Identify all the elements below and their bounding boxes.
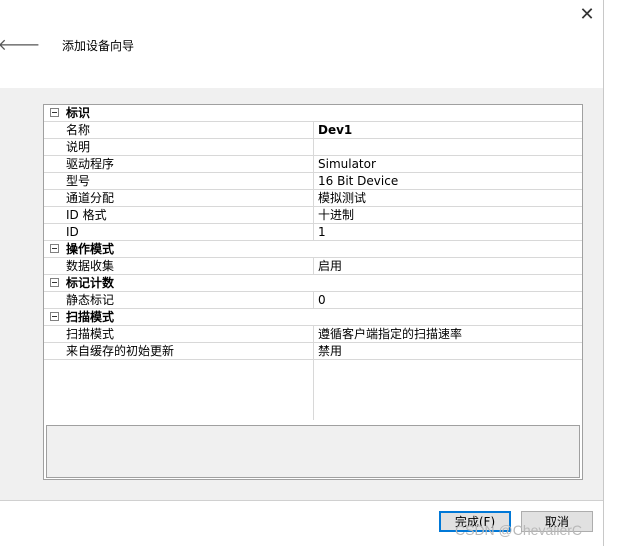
- property-row-model[interactable]: 型号 16 Bit Device: [44, 173, 582, 190]
- property-row-id[interactable]: ID 1: [44, 224, 582, 241]
- property-value[interactable]: 遵循客户端指定的扫描速率: [314, 326, 582, 342]
- property-name: 名称: [44, 122, 314, 138]
- category-tag-count[interactable]: 标记计数: [44, 275, 582, 292]
- category-label: 操作模式: [66, 242, 115, 256]
- collapse-icon[interactable]: [50, 244, 59, 253]
- close-icon[interactable]: ✕: [572, 2, 602, 26]
- description-panel: [46, 425, 580, 478]
- add-device-wizard-window: ✕ 🡐 添加设备向导 标识 名称 Dev1 说明 驱动程序 Simulator …: [0, 0, 604, 546]
- category-operating-mode[interactable]: 操作模式: [44, 241, 582, 258]
- watermark: CSDN @ChevalierC: [455, 522, 583, 538]
- wizard-content: 标识 名称 Dev1 说明 驱动程序 Simulator 型号 16 Bit D…: [0, 88, 603, 500]
- property-row-channel-assignment[interactable]: 通道分配 模拟测试: [44, 190, 582, 207]
- property-name: ID: [44, 224, 314, 240]
- property-name: 说明: [44, 139, 314, 155]
- property-name: 型号: [44, 173, 314, 189]
- collapse-icon[interactable]: [50, 312, 59, 321]
- property-name: ID 格式: [44, 207, 314, 223]
- property-name: 静态标记: [44, 292, 314, 308]
- property-value[interactable]: 0: [314, 292, 582, 308]
- category-label: 标记计数: [66, 276, 115, 290]
- property-value[interactable]: 模拟测试: [314, 190, 582, 206]
- property-name: 扫描模式: [44, 326, 314, 342]
- property-row-id-format[interactable]: ID 格式 十进制: [44, 207, 582, 224]
- property-name: 通道分配: [44, 190, 314, 206]
- property-value[interactable]: 启用: [314, 258, 582, 274]
- category-scan-mode[interactable]: 扫描模式: [44, 309, 582, 326]
- property-value[interactable]: 禁用: [314, 343, 582, 359]
- property-row-static-tags[interactable]: 静态标记 0: [44, 292, 582, 309]
- property-value[interactable]: Dev1: [314, 122, 582, 138]
- collapse-icon[interactable]: [50, 108, 59, 117]
- property-row-data-collection[interactable]: 数据收集 启用: [44, 258, 582, 275]
- property-value[interactable]: 1: [314, 224, 582, 240]
- property-name: 数据收集: [44, 258, 314, 274]
- property-value[interactable]: 16 Bit Device: [314, 173, 582, 189]
- grid-empty-area: [44, 360, 582, 420]
- category-identification[interactable]: 标识: [44, 105, 582, 122]
- property-name: 来自缓存的初始更新: [44, 343, 314, 359]
- property-name: 驱动程序: [44, 156, 314, 172]
- property-value[interactable]: [314, 139, 582, 155]
- back-arrow-icon[interactable]: 🡐: [0, 33, 40, 55]
- property-value[interactable]: 十进制: [314, 207, 582, 223]
- property-value[interactable]: Simulator: [314, 156, 582, 172]
- property-row-driver[interactable]: 驱动程序 Simulator: [44, 156, 582, 173]
- column-divider[interactable]: [313, 360, 314, 420]
- collapse-icon[interactable]: [50, 278, 59, 287]
- category-label: 标识: [66, 106, 91, 120]
- wizard-title: 添加设备向导: [62, 39, 135, 53]
- category-label: 扫描模式: [66, 310, 115, 324]
- property-grid-rows: 标识 名称 Dev1 说明 驱动程序 Simulator 型号 16 Bit D…: [44, 105, 582, 420]
- property-row-name[interactable]: 名称 Dev1: [44, 122, 582, 139]
- property-row-scan-mode[interactable]: 扫描模式 遵循客户端指定的扫描速率: [44, 326, 582, 343]
- property-row-description[interactable]: 说明: [44, 139, 582, 156]
- property-grid: 标识 名称 Dev1 说明 驱动程序 Simulator 型号 16 Bit D…: [43, 104, 583, 480]
- property-row-initial-update-from-cache[interactable]: 来自缓存的初始更新 禁用: [44, 343, 582, 360]
- footer-divider: [0, 500, 603, 501]
